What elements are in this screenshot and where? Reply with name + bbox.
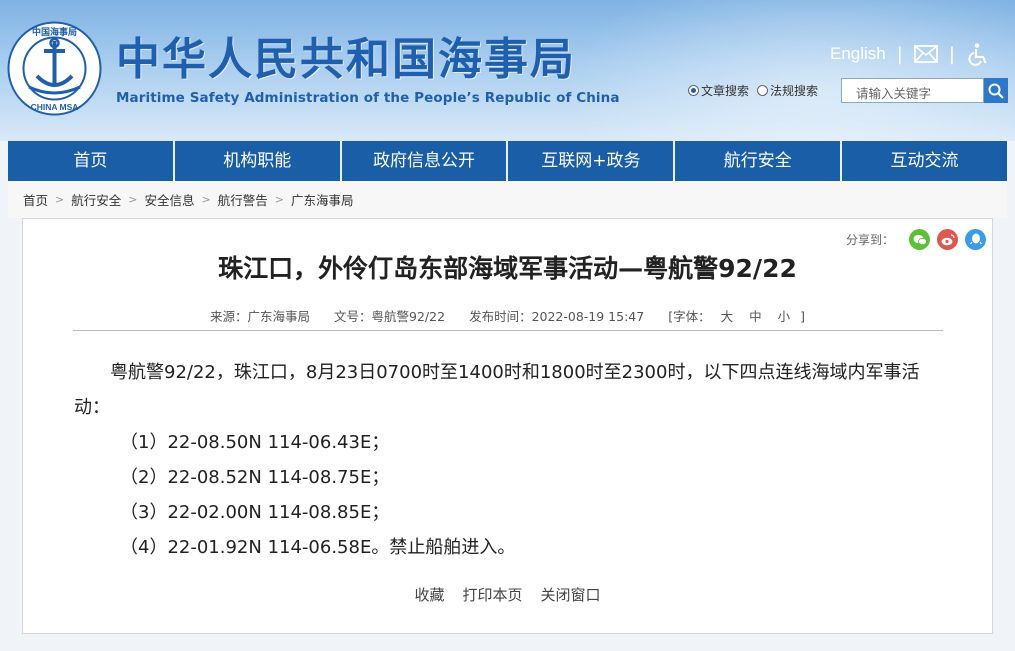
coordinate-line: （4）22-01.92N 114-06.58E。禁止船舶进入。	[120, 537, 516, 558]
article-body: 粤航警92/22，珠江口，8月23日0700时至1400时和1800时至2300…	[74, 355, 944, 565]
divider: |	[896, 43, 903, 65]
search-button[interactable]	[984, 78, 1008, 103]
radio-articles[interactable]	[688, 85, 699, 96]
print-link[interactable]: 打印本页	[462, 584, 522, 605]
qq-icon[interactable]	[965, 229, 986, 250]
share-label: 分享到：	[845, 233, 894, 247]
search-icon	[988, 83, 1004, 99]
article-paragraph: 粤航警92/22，珠江口，8月23日0700时至1400时和1800时至2300…	[74, 362, 920, 418]
logo-text-top: 中国海事局	[32, 26, 77, 38]
msa-logo[interactable]: 中国海事局 CHINA MSA	[7, 21, 102, 116]
site-header: 中国海事局 CHINA MSA 中华人民共和国海事局 Maritime Safe…	[0, 0, 1015, 141]
divider: |	[948, 43, 955, 65]
logo-text-bottom: CHINA MSA	[31, 102, 79, 112]
article-panel: 分享到： 珠江口，外伶仃岛东部海域军事活动—粤航警92/22 来源：广东海事局 …	[22, 218, 993, 634]
font-size-small[interactable]: 小	[778, 309, 791, 324]
weibo-icon[interactable]	[937, 229, 958, 250]
site-title: 中华人民共和国海事局	[116, 34, 576, 85]
nav-internet-gov[interactable]: 互联网+政务	[508, 141, 676, 181]
site-subtitle: Maritime Safety Administration of the Pe…	[116, 90, 620, 106]
close-window-link[interactable]: 关闭窗口	[541, 584, 601, 605]
radio-laws[interactable]	[757, 85, 769, 96]
font-size-medium[interactable]: 中	[749, 309, 762, 324]
breadcrumb-item-guangdong[interactable]: 广东海事局	[291, 190, 354, 209]
top-links: English | |	[830, 40, 990, 68]
favorite-link[interactable]: 收藏	[414, 584, 444, 605]
mail-icon[interactable]	[913, 42, 938, 66]
article-doc-number: 文号：粤航警92/22	[334, 309, 446, 324]
breadcrumb-item-warnings[interactable]: 航行警告	[218, 190, 268, 209]
article-source: 来源：广东海事局	[210, 309, 311, 324]
accessibility-icon[interactable]	[966, 42, 990, 66]
breadcrumb: 首页 > 航行安全 > 安全信息 > 航行警告 > 广东海事局	[8, 181, 1007, 218]
nav-navigation-safety[interactable]: 航行安全	[675, 141, 843, 181]
nav-home[interactable]: 首页	[8, 141, 175, 181]
chevron-right-icon: >	[55, 193, 65, 206]
main-nav: 首页 机构职能 政府信息公开 互联网+政务 航行安全 互动交流	[8, 141, 1007, 181]
breadcrumb-item-navigation-safety[interactable]: 航行安全	[71, 190, 121, 209]
search-option-articles[interactable]: 文章搜索	[688, 82, 749, 99]
chevron-right-icon: >	[274, 193, 284, 206]
article-meta: 来源：广东海事局 文号：粤航警92/22 发布时间：2022-08-19 15:…	[23, 306, 992, 325]
font-size-large[interactable]: 大	[721, 309, 734, 324]
article-actions: 收藏 打印本页 关闭窗口	[23, 584, 992, 605]
nav-gov-info[interactable]: 政府信息公开	[342, 141, 509, 181]
breadcrumb-item-safety-info[interactable]: 安全信息	[144, 190, 194, 209]
search-option-laws[interactable]: 法规搜索	[757, 82, 818, 99]
font-size-control: [字体： 大 中 小 ]	[668, 309, 805, 324]
nav-functions[interactable]: 机构职能	[175, 141, 342, 181]
share-bar: 分享到：	[846, 229, 986, 250]
coordinate-line: （1）22-08.50N 114-06.43E；	[120, 432, 390, 453]
coordinate-line: （2）22-08.52N 114-08.75E；	[120, 467, 390, 488]
search-input[interactable]: 请输入关键字	[841, 78, 984, 103]
article-published: 发布时间：2022-08-19 15:47	[469, 309, 645, 324]
chevron-right-icon: >	[201, 193, 211, 206]
english-link[interactable]: English	[830, 44, 886, 64]
divider	[73, 330, 943, 331]
article-title: 珠江口，外伶仃岛东部海域军事活动—粤航警92/22	[218, 254, 797, 283]
breadcrumb-item-home[interactable]: 首页	[23, 190, 48, 209]
search-options: 文章搜索 法规搜索	[688, 82, 826, 99]
wechat-icon[interactable]	[909, 229, 930, 250]
chevron-right-icon: >	[128, 193, 138, 206]
coordinate-line: （3）22-02.00N 114-08.85E；	[120, 502, 390, 523]
nav-interaction[interactable]: 互动交流	[842, 141, 1007, 181]
